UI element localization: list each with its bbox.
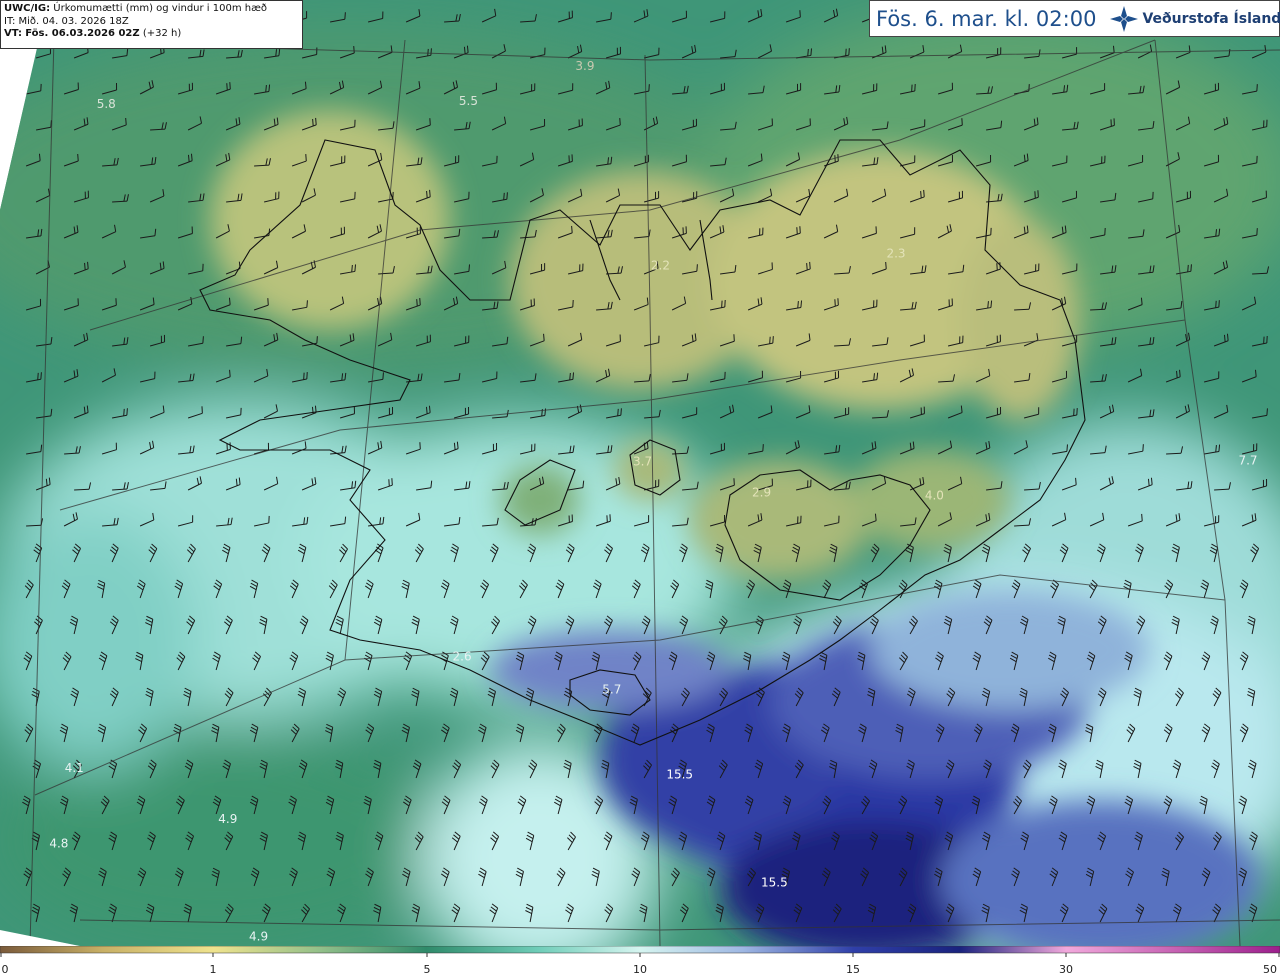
colorbar-tick-label: 1 xyxy=(209,963,217,976)
vedurstofa-logo-icon xyxy=(1110,5,1139,32)
precip-value-label: 4.0 xyxy=(925,488,944,502)
precip-value-label: 2.3 xyxy=(886,246,905,260)
precip-value-label: 15.5 xyxy=(666,768,693,782)
init-time: IT: Mið. 04. 03. 2026 18Z xyxy=(4,15,129,27)
precip-value-label: 5.5 xyxy=(459,94,478,108)
info-line-3: VT: Fös. 06.03.2026 02Z (+32 h) xyxy=(4,28,299,41)
model-name: UWC/IG: xyxy=(4,3,51,14)
title-panel: Fös. 6. mar. kl. 02:00 Veðurstofa Ísland… xyxy=(869,0,1280,37)
precip-value-label: 4.9 xyxy=(249,929,268,943)
precip-value-label: 4.9 xyxy=(218,812,237,826)
colorbar-tick-label: 5 xyxy=(423,963,431,976)
colorbar-tick-label: 30 xyxy=(1059,963,1073,976)
field-name: Úrkomumætti (mm) og vindur i 100m hæð xyxy=(53,3,268,14)
precipitation-wind-map: 3.9 5.8 5.5 2.2 2.3 3.7 2.9 4.0 7.7 2.6 5.7 15.5 15.… xyxy=(0,0,1280,946)
valid-label: VT: xyxy=(4,28,23,39)
colorbar-tick-label: 15 xyxy=(846,963,860,976)
precip-value-label: 15.5 xyxy=(761,875,788,889)
precip-value-label: 4.8 xyxy=(49,837,68,851)
colorbar-tick-label: 50 xyxy=(1263,963,1277,976)
info-box: UWC/IG: Úrkomumætti (mm) og vindur i 100… xyxy=(0,0,303,49)
logo-text: Veðurstofa Íslands xyxy=(1142,10,1280,27)
precip-value-label: 3.9 xyxy=(575,59,594,73)
colorbar-tick-label: 10 xyxy=(633,963,647,976)
vedurstofa-logo: Veðurstofa Íslands xyxy=(1110,5,1280,32)
precip-value-label: 5.7 xyxy=(602,682,621,696)
precip-value-label: 2.9 xyxy=(752,486,771,500)
precip-value-label: 2.2 xyxy=(651,259,670,273)
precip-value-label: 3.7 xyxy=(633,454,652,468)
precip-value-label: 2.6 xyxy=(453,649,472,663)
precip-value-label: 7.7 xyxy=(1238,453,1257,467)
precip-value-label: 5.8 xyxy=(97,97,116,111)
lead-time: (+32 h) xyxy=(142,28,182,39)
colorbar-tick-label: 0 xyxy=(1,963,9,976)
valid-time-short: Fös. 06.03.2026 02Z xyxy=(25,28,140,39)
valid-time-title: Fös. 6. mar. kl. 02:00 xyxy=(876,6,1097,31)
info-line-1: UWC/IG: Úrkomumætti (mm) og vindur i 100… xyxy=(4,3,299,16)
precip-value-label: 4.1 xyxy=(65,761,84,775)
